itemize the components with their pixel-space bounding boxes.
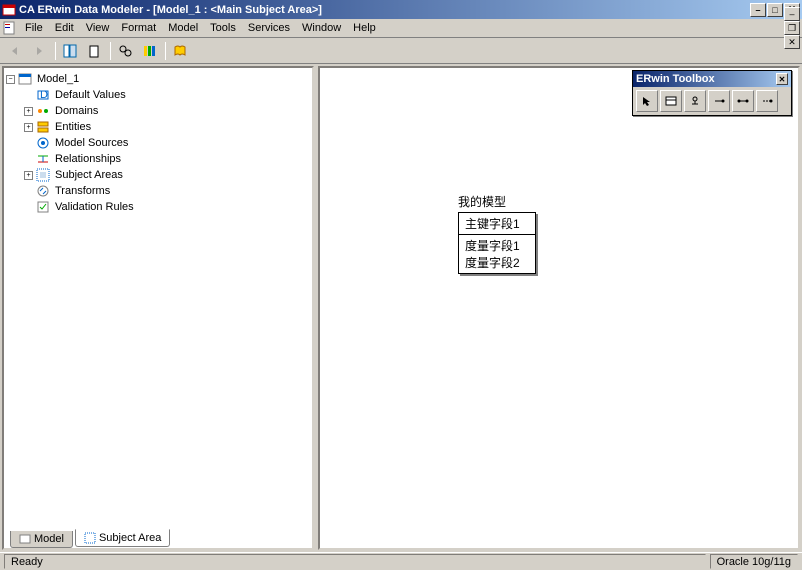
entity-name[interactable]: 我的模型: [458, 193, 536, 210]
model-explorer-pane: − Model_1 D Default Values + Domains + E…: [2, 66, 314, 550]
subject-areas-icon: [36, 168, 50, 182]
menu-edit[interactable]: Edit: [49, 20, 80, 36]
doc-icon: [2, 21, 16, 35]
tool-nonidentifying-rel[interactable]: [756, 90, 778, 112]
svg-text:D: D: [40, 89, 48, 101]
validation-rules-icon: [36, 200, 50, 214]
tool-entity[interactable]: [660, 90, 682, 112]
entities-icon: [36, 120, 50, 134]
toolbox-titlebar[interactable]: ERwin Toolbox ✕: [633, 71, 791, 87]
tree-item-label[interactable]: Subject Areas: [53, 169, 125, 181]
relationships-icon: [36, 152, 50, 166]
mdi-close-button[interactable]: ✕: [784, 35, 800, 49]
tool-book-button[interactable]: [169, 40, 191, 62]
mdi-restore-button[interactable]: ❐: [784, 21, 800, 35]
toolbox-close-button[interactable]: ✕: [776, 73, 788, 85]
menu-view[interactable]: View: [80, 20, 116, 36]
menu-help[interactable]: Help: [347, 20, 382, 36]
erwin-toolbox[interactable]: ERwin Toolbox ✕: [632, 70, 792, 116]
tool-find-button[interactable]: [114, 40, 136, 62]
menu-tools[interactable]: Tools: [204, 20, 242, 36]
tool-pointer[interactable]: [636, 90, 658, 112]
tool-explorer-button[interactable]: [59, 40, 81, 62]
tab-subject-area-label: Subject Area: [99, 532, 161, 544]
tab-model-label: Model: [34, 533, 64, 545]
tab-model[interactable]: Model: [10, 531, 73, 548]
diagram-canvas[interactable]: ERwin Toolbox ✕ 我的模型 主键字段1 度量字段1 度量字段2: [318, 66, 800, 550]
menu-file[interactable]: File: [19, 20, 49, 36]
model-icon: [18, 72, 32, 86]
entity-attr-field[interactable]: 度量字段1: [465, 237, 529, 254]
status-db: Oracle 10g/11g: [710, 554, 798, 569]
model-tab-icon: [19, 533, 31, 545]
tree-root-label[interactable]: Model_1: [35, 73, 81, 85]
statusbar: Ready Oracle 10g/11g: [0, 552, 802, 570]
subject-area-tab-icon: [84, 532, 96, 544]
tree-item-label[interactable]: Relationships: [53, 153, 123, 165]
menubar: File Edit View Format Model Tools Servic…: [0, 19, 802, 38]
transforms-icon: [36, 184, 50, 198]
entity-diagram-object[interactable]: 我的模型 主键字段1 度量字段1 度量字段2: [458, 193, 536, 274]
mdi-minimize-button[interactable]: –: [784, 7, 800, 21]
tool-columns-button[interactable]: [138, 40, 160, 62]
menu-model[interactable]: Model: [162, 20, 204, 36]
window-titlebar: CA ERwin Data Modeler - [Model_1 : <Main…: [0, 0, 802, 19]
expander-icon[interactable]: +: [24, 107, 33, 116]
tab-subject-area[interactable]: Subject Area: [75, 529, 170, 547]
toolbar: [0, 38, 802, 64]
domains-icon: [36, 104, 50, 118]
window-title: CA ERwin Data Modeler - [Model_1 : <Main…: [19, 4, 750, 16]
default-values-icon: D: [36, 88, 50, 102]
tree-item-label[interactable]: Validation Rules: [53, 201, 136, 213]
tree-item-label[interactable]: Domains: [53, 105, 100, 117]
tree-item-label[interactable]: Transforms: [53, 185, 112, 197]
tree-item-label[interactable]: Default Values: [53, 89, 128, 101]
model-tree[interactable]: − Model_1 D Default Values + Domains + E…: [4, 68, 312, 526]
tool-subcategory[interactable]: [684, 90, 706, 112]
tree-item-label[interactable]: Entities: [53, 121, 93, 133]
menu-format[interactable]: Format: [115, 20, 162, 36]
tool-new-button[interactable]: [83, 40, 105, 62]
entity-pk-field[interactable]: 主键字段1: [459, 213, 535, 235]
menu-services[interactable]: Services: [242, 20, 296, 36]
app-icon: [2, 3, 16, 17]
tree-item-label[interactable]: Model Sources: [53, 137, 130, 149]
entity-attr-field[interactable]: 度量字段2: [465, 254, 529, 271]
minimize-button[interactable]: –: [750, 3, 766, 17]
expander-icon[interactable]: −: [6, 75, 15, 84]
explorer-tabs: Model Subject Area: [4, 526, 312, 548]
model-sources-icon: [36, 136, 50, 150]
expander-icon[interactable]: +: [24, 123, 33, 132]
menu-window[interactable]: Window: [296, 20, 347, 36]
tool-many-to-many-rel[interactable]: [732, 90, 754, 112]
status-ready: Ready: [4, 554, 706, 569]
toolbox-title: ERwin Toolbox: [636, 73, 715, 85]
maximize-button[interactable]: □: [767, 3, 783, 17]
tool-identifying-rel[interactable]: [708, 90, 730, 112]
nav-back-button: [4, 40, 26, 62]
nav-forward-button: [28, 40, 50, 62]
expander-icon[interactable]: +: [24, 171, 33, 180]
